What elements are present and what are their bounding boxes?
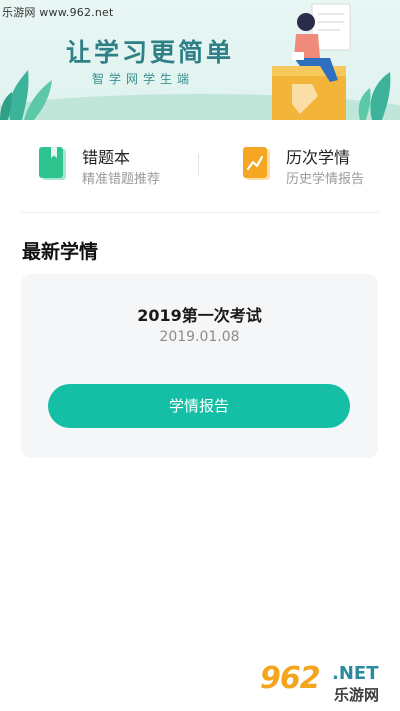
watermark-domain: .NET [332, 663, 379, 684]
wrong-question-book-entry[interactable]: 错题本 精准错题推荐 [38, 144, 208, 188]
entry-title: 错题本 [82, 148, 131, 167]
section-title: 最新学情 [22, 241, 99, 263]
trend-report-icon [243, 147, 270, 180]
latest-exam-card: 2019第一次考试 2019.01.08 学情报告 [21, 274, 378, 458]
learning-report-button[interactable]: 学情报告 [48, 384, 350, 428]
watermark-number: 962 [260, 661, 321, 696]
entry-title: 历次学情 [286, 148, 351, 167]
entry-description: 历史学情报告 [286, 172, 365, 187]
watermark-logo: 962 .NET 乐游网 [258, 657, 398, 707]
feature-entries: 错题本 精准错题推荐 历次学情 历史学情报告 [20, 120, 380, 213]
notebook-icon [39, 147, 66, 180]
entry-description: 精准错题推荐 [82, 172, 161, 187]
banner-subtitle: 智学网学生端 [92, 72, 195, 86]
banner-slogan: 让学习更简单 [66, 38, 235, 67]
exam-name: 2019第一次考试 [137, 306, 262, 325]
divider [198, 154, 199, 176]
watermark-text: 乐游网 www.962.net [2, 6, 114, 19]
history-report-entry[interactable]: 历次学情 历史学情报告 [242, 144, 400, 188]
watermark-site-name: 乐游网 [334, 686, 380, 704]
header-banner: 乐游网 www.962.net 让学习更简单 智学网学生端 [0, 0, 400, 120]
exam-date: 2019.01.08 [159, 329, 240, 345]
